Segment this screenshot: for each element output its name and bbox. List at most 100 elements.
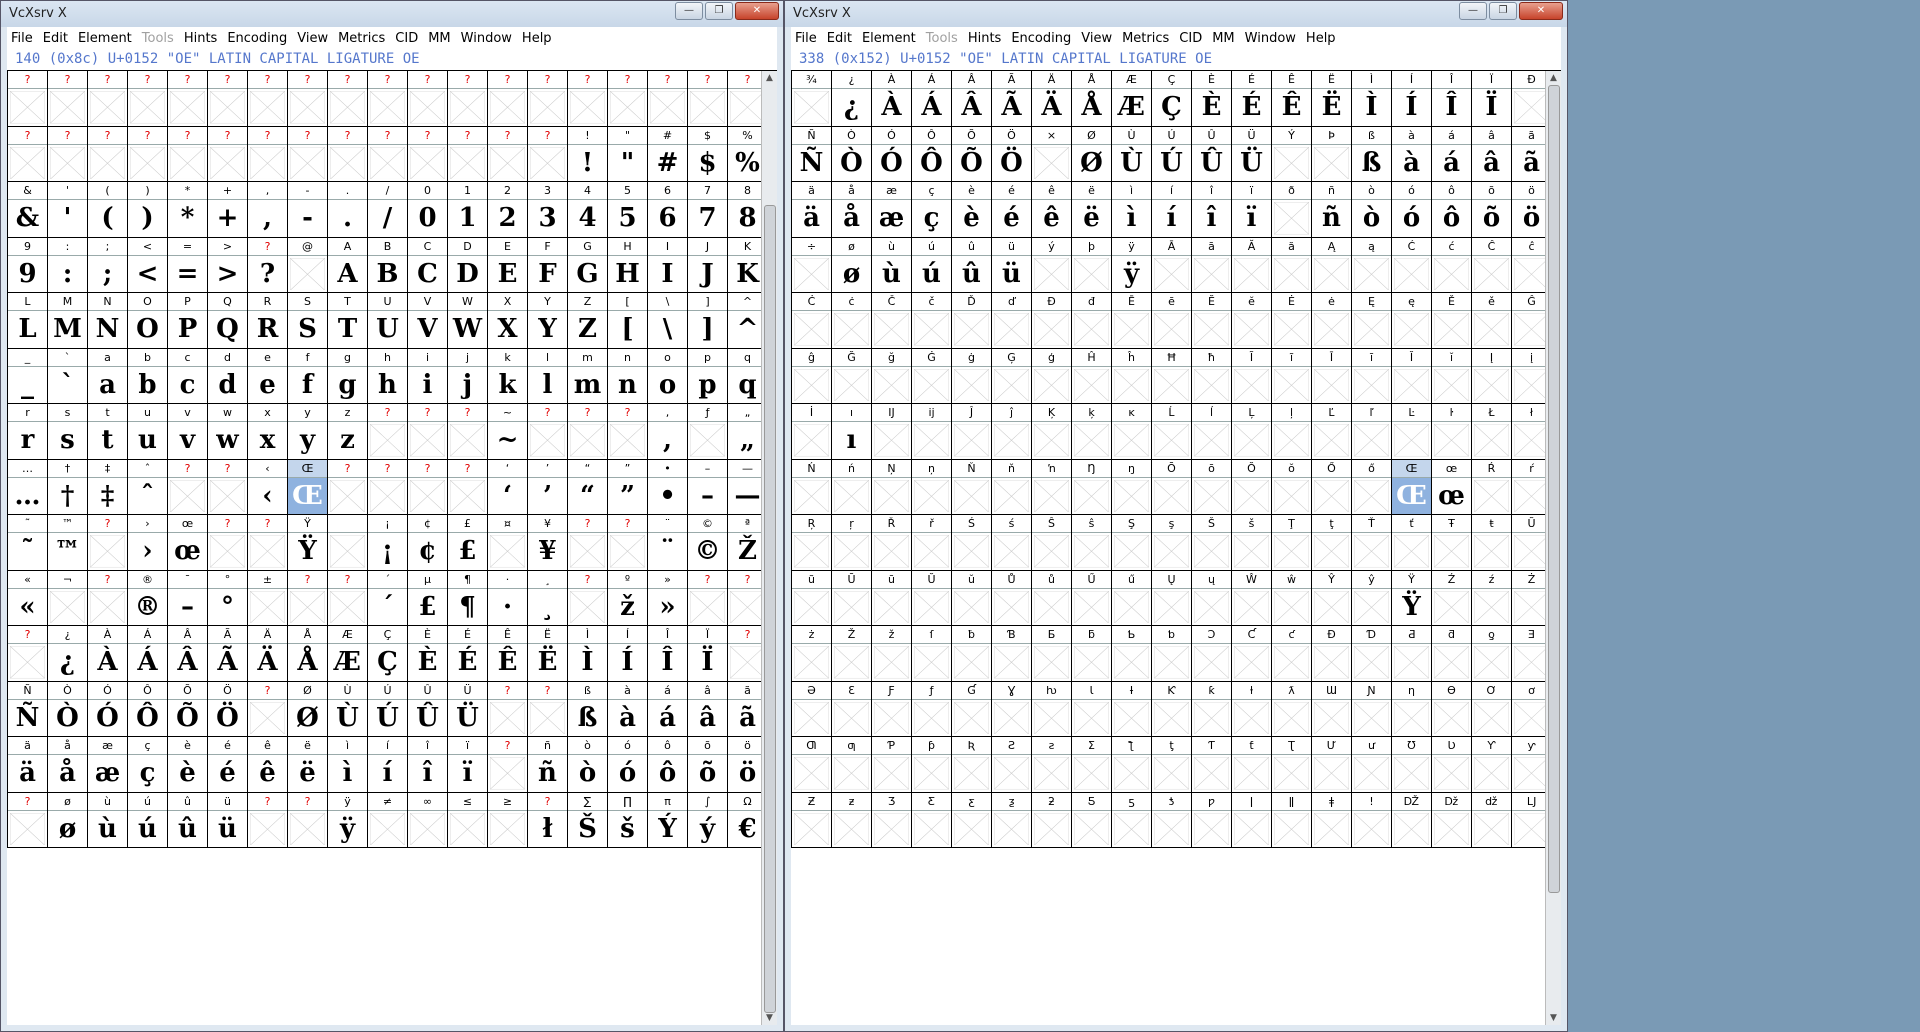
glyph-cell[interactable]: Ď xyxy=(952,293,992,349)
glyph-cell[interactable]: ? xyxy=(288,570,328,626)
glyph-cell[interactable]: ƍ xyxy=(1472,626,1512,682)
glyph-cell[interactable]: ų xyxy=(1192,570,1232,626)
glyph-cell[interactable]: ÇÇ xyxy=(368,626,408,682)
glyph-cell[interactable]: éé xyxy=(208,737,248,793)
glyph-cell[interactable]: ǃ xyxy=(1352,792,1392,848)
glyph-cell[interactable]: Ĳ xyxy=(872,404,912,460)
glyph-cell[interactable]: Ƭ xyxy=(1192,737,1232,793)
glyph-cell[interactable]: !! xyxy=(568,126,608,182)
menu-edit[interactable]: Edit xyxy=(827,31,852,46)
glyph-cell[interactable]: ÒÒ xyxy=(48,681,88,737)
glyph-cell[interactable]: oo xyxy=(648,348,688,404)
glyph-cell[interactable]: zz xyxy=(328,404,368,460)
glyph-cell[interactable]: ƿ xyxy=(1192,792,1232,848)
glyph-cell[interactable]: Ƥ xyxy=(872,737,912,793)
glyph-cell[interactable]: Ĉ xyxy=(1472,237,1512,293)
glyph-cell[interactable]: [[ xyxy=(608,293,648,349)
glyph-cell[interactable]: ǀ xyxy=(1232,792,1272,848)
glyph-cell[interactable]: ;; xyxy=(88,237,128,293)
maximize-button[interactable]: ❐ xyxy=(1489,2,1517,20)
menu-cid[interactable]: CID xyxy=(395,31,418,46)
glyph-cell[interactable]: HH xyxy=(608,237,648,293)
glyph-cell[interactable]: Ą xyxy=(1312,237,1352,293)
glyph-cell[interactable]: ´ ´ xyxy=(368,570,408,626)
menu-help[interactable]: Help xyxy=(522,31,552,46)
glyph-cell[interactable]: ßß xyxy=(568,681,608,737)
glyph-cell[interactable]: ƕ xyxy=(1032,681,1072,737)
glyph-cell[interactable]: ? xyxy=(288,126,328,182)
glyph-cell[interactable]: áá xyxy=(1432,126,1472,182)
close-button[interactable]: ✕ xyxy=(1519,2,1563,20)
glyph-cell[interactable]: -- xyxy=(288,182,328,238)
glyph-cell[interactable]: ƣ xyxy=(832,737,872,793)
glyph-cell[interactable]: Ė xyxy=(1272,293,1312,349)
glyph-cell[interactable]: Ŗ xyxy=(792,515,832,571)
glyph-cell[interactable]: Ű xyxy=(1072,570,1112,626)
glyph-cell[interactable]: ÌÌ xyxy=(568,626,608,682)
glyph-cell[interactable]: ww xyxy=(208,404,248,460)
glyph-cell[interactable]: Ń xyxy=(792,459,832,515)
menu-help[interactable]: Help xyxy=(1306,31,1336,46)
glyph-cell[interactable]: Ƽ xyxy=(1072,792,1112,848)
glyph-cell[interactable]: ? xyxy=(248,681,288,737)
glyph-cell[interactable]: ő xyxy=(1352,459,1392,515)
glyph-cell[interactable]: ∑ Š xyxy=(568,792,608,848)
glyph-cell[interactable]: Ə xyxy=(792,681,832,737)
glyph-cell[interactable]: Ő xyxy=(1312,459,1352,515)
glyph-cell[interactable]: ? xyxy=(128,126,168,182)
glyph-cell[interactable]: Ƣ xyxy=(792,737,832,793)
glyph-cell[interactable]: Ĕ xyxy=(1192,293,1232,349)
glyph-cell[interactable]: ññ xyxy=(1312,182,1352,238)
glyph-cell[interactable]: ? xyxy=(408,404,448,460)
glyph-cell[interactable]: ¿ ¿ xyxy=(832,71,872,127)
glyph-cell[interactable]: Ě xyxy=(1432,293,1472,349)
glyph-cell[interactable]: ?? xyxy=(248,237,288,293)
glyph-cell[interactable]: ïï xyxy=(448,737,488,793)
glyph-cell[interactable]: ìì xyxy=(328,737,368,793)
glyph-cell[interactable]: jj xyxy=(448,348,488,404)
glyph-cell[interactable]: Ŋ xyxy=(1072,459,1112,515)
menu-hints[interactable]: Hints xyxy=(968,31,1002,46)
glyph-cell[interactable]: + + xyxy=(208,182,248,238)
glyph-cell[interactable]: GG xyxy=(568,237,608,293)
glyph-cell[interactable]: ÑÑ xyxy=(8,681,48,737)
glyph-cell[interactable]: ? xyxy=(608,404,648,460)
glyph-cell[interactable]: pp xyxy=(688,348,728,404)
glyph-cell[interactable]: ŧ xyxy=(1472,515,1512,571)
glyph-cell[interactable]: ùù xyxy=(872,237,912,293)
glyph-cell[interactable]: ? xyxy=(328,459,368,515)
glyph-cell[interactable]: Ę xyxy=(1352,293,1392,349)
glyph-cell[interactable]: Ź xyxy=(1432,570,1472,626)
glyph-cell[interactable]: ÈÈ xyxy=(408,626,448,682)
glyph-cell[interactable]: ā xyxy=(1192,237,1232,293)
glyph-cell[interactable]: ƌ xyxy=(1432,626,1472,682)
glyph-cell[interactable]: ƶ xyxy=(832,792,872,848)
glyph-cell[interactable]: ? ł xyxy=(528,792,568,848)
glyph-cell[interactable]: ĺ xyxy=(1192,404,1232,460)
glyph-cell[interactable]: èè xyxy=(168,737,208,793)
glyph-cell[interactable]: Ū xyxy=(832,570,872,626)
glyph-cell[interactable]: 44 xyxy=(568,182,608,238)
scroll-thumb[interactable] xyxy=(764,205,776,1013)
glyph-cell[interactable]: Ļ xyxy=(1232,404,1272,460)
glyph-cell[interactable]: Ƒ xyxy=(872,681,912,737)
glyph-cell[interactable]: ãã xyxy=(728,682,761,737)
glyph-cell[interactable]: ÑÑ xyxy=(792,126,832,182)
glyph-cell[interactable]: ÉÉ xyxy=(448,626,488,682)
glyph-cell[interactable]: Ŏ xyxy=(1232,459,1272,515)
glyph-cell[interactable]: µ £ xyxy=(408,570,448,626)
glyph-cell[interactable]: ÔÔ xyxy=(912,126,952,182)
glyph-cell[interactable]: ss xyxy=(48,404,88,460)
glyph-cell[interactable]: ÛÛ xyxy=(1192,126,1232,182)
glyph-cell[interactable]: Ř xyxy=(872,515,912,571)
glyph-cell[interactable]: %% xyxy=(728,127,761,182)
glyph-cell[interactable]: ÍÍ xyxy=(608,626,648,682)
glyph-cell[interactable]: \ \ xyxy=(648,293,688,349)
glyph-cell[interactable]: ? xyxy=(568,570,608,626)
glyph-cell[interactable]: ŝ xyxy=(1072,515,1112,571)
glyph-cell[interactable]: ? xyxy=(368,404,408,460)
glyph-cell[interactable]: ÌÌ xyxy=(1352,71,1392,127)
glyph-cell[interactable]: ÏÏ xyxy=(688,626,728,682)
glyph-cell[interactable]: ? xyxy=(368,126,408,182)
glyph-cell[interactable]: ė xyxy=(1312,293,1352,349)
